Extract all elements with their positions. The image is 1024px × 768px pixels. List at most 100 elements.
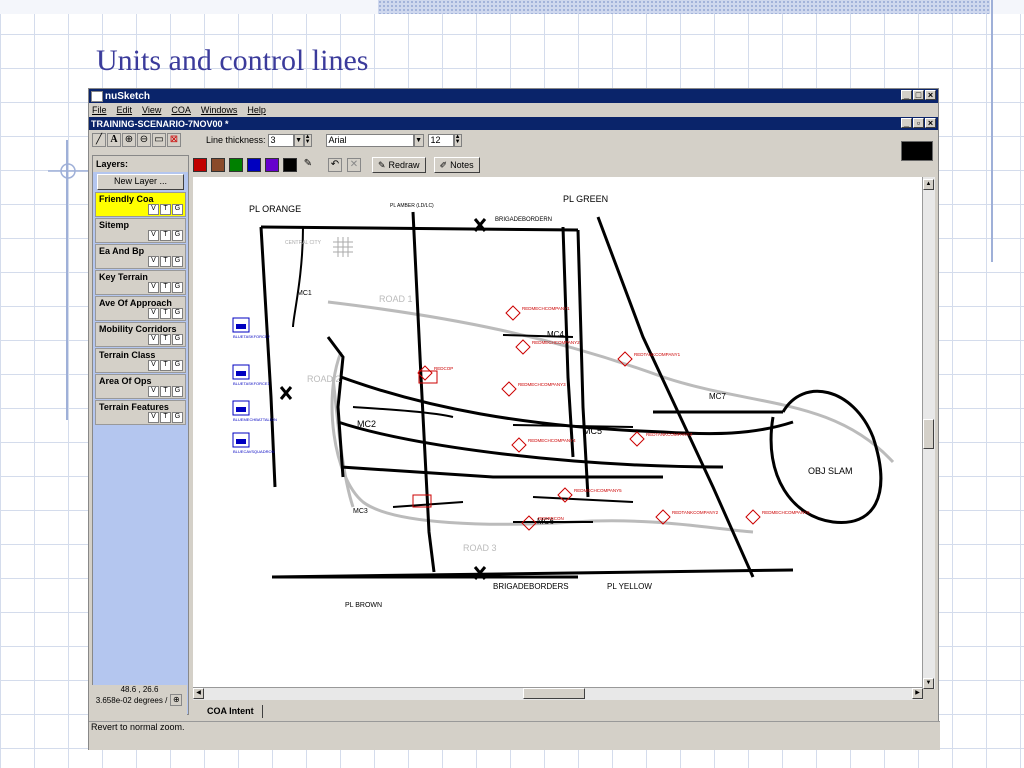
- notes-button[interactable]: ✐ Notes: [433, 157, 480, 173]
- layer-toggle-visible[interactable]: V: [148, 386, 159, 397]
- layer-toggle-visible[interactable]: V: [148, 308, 159, 319]
- red-unit-symbol[interactable]: REDTANKCOMPANY1: [617, 351, 681, 367]
- text-tool-icon[interactable]: A: [107, 133, 121, 147]
- menu-file[interactable]: File: [92, 105, 107, 115]
- layer-toggle-text[interactable]: T: [160, 334, 171, 345]
- redraw-label: Redraw: [388, 160, 420, 170]
- vertical-scroll-thumb[interactable]: [923, 419, 934, 449]
- layer-toggle-text[interactable]: T: [160, 360, 171, 371]
- layer-toggle-text[interactable]: T: [160, 230, 171, 241]
- font-size-spinner[interactable]: ▲ ▼: [453, 133, 462, 147]
- horizontal-scroll-thumb[interactable]: [523, 688, 585, 699]
- menu-edit[interactable]: Edit: [117, 105, 133, 115]
- close-button[interactable]: ×: [925, 90, 936, 100]
- layer-toggle-text[interactable]: T: [160, 308, 171, 319]
- custom-color-pen-icon[interactable]: ✎: [301, 158, 315, 172]
- layer-toggle-text[interactable]: T: [160, 282, 171, 293]
- color-swatch-black[interactable]: [283, 158, 297, 172]
- scroll-up-icon[interactable]: ▲: [923, 179, 934, 190]
- line-thickness-spinner[interactable]: ▲ ▼: [303, 133, 312, 147]
- current-color-swatch[interactable]: [901, 141, 933, 161]
- slide-title: Units and control lines: [96, 44, 369, 77]
- blue-unit-symbol[interactable]: BLUECAVSQUADRON: [232, 432, 275, 454]
- scroll-left-icon[interactable]: ◀: [193, 688, 204, 699]
- font-dropdown-icon[interactable]: ▼: [413, 133, 424, 147]
- layer-toggle-visible[interactable]: V: [148, 360, 159, 371]
- red-unit-symbol[interactable]: REDMECHCOMPANY6: [745, 509, 810, 525]
- layer-item[interactable]: Sitemp V T G: [95, 218, 186, 243]
- layer-toggle-visible[interactable]: V: [148, 256, 159, 267]
- layer-toggle-graphics[interactable]: G: [172, 334, 183, 345]
- layer-toggle-graphics[interactable]: G: [172, 412, 183, 423]
- layer-item[interactable]: Terrain Features V T G: [95, 400, 186, 425]
- layer-item[interactable]: Friendly Coa V T G: [95, 192, 186, 217]
- cancel-x-icon[interactable]: ✕: [347, 158, 361, 172]
- layer-item[interactable]: Key Terrain V T G: [95, 270, 186, 295]
- layer-toggle-graphics[interactable]: G: [172, 256, 183, 267]
- color-swatch-blue[interactable]: [247, 158, 261, 172]
- maximize-button[interactable]: □: [913, 90, 924, 100]
- layer-toggle-text[interactable]: T: [160, 256, 171, 267]
- red-unit-symbol[interactable]: REDMECHCOMPANY4: [511, 437, 576, 453]
- layer-item[interactable]: Ea And Bp V T G: [95, 244, 186, 269]
- layer-toggle-visible[interactable]: V: [148, 282, 159, 293]
- layer-toggle-visible[interactable]: V: [148, 204, 159, 215]
- minimize-button[interactable]: _: [901, 90, 912, 100]
- layer-item[interactable]: Area Of Ops V T G: [95, 374, 186, 399]
- red-unit-symbol[interactable]: REDTANKCOMPANYZ: [629, 431, 693, 447]
- red-unit-symbol[interactable]: REDCOP: [417, 365, 453, 381]
- layer-item[interactable]: Terrain Class V T G: [95, 348, 186, 373]
- red-unit-symbol[interactable]: REDMECHCOMPANY1: [505, 305, 570, 321]
- doc-minimize-button[interactable]: _: [901, 118, 912, 128]
- menu-view[interactable]: View: [142, 105, 161, 115]
- layer-toggle-graphics[interactable]: G: [172, 282, 183, 293]
- tab-coa-intent[interactable]: COA Intent: [199, 705, 263, 718]
- menu-windows[interactable]: Windows: [201, 105, 238, 115]
- menu-help[interactable]: Help: [247, 105, 266, 115]
- doc-close-button[interactable]: ×: [925, 118, 936, 128]
- scroll-right-icon[interactable]: ▶: [912, 688, 923, 699]
- layer-toggle-text[interactable]: T: [160, 204, 171, 215]
- zoom-icon[interactable]: ⊕: [170, 694, 183, 706]
- tab-bar: COA Intent: [193, 705, 923, 719]
- map-canvas[interactable]: PL ORANGE PL AMBER (LD/LC) BRIGADEBORDER…: [193, 177, 923, 687]
- line-thickness-dropdown-icon[interactable]: ▼: [293, 133, 304, 147]
- doc-restore-button[interactable]: ▫: [913, 118, 924, 128]
- font-size-input[interactable]: 12: [427, 133, 454, 147]
- layer-toggle-text[interactable]: T: [160, 412, 171, 423]
- layer-toggle-visible[interactable]: V: [148, 334, 159, 345]
- select-rect-icon[interactable]: ▭: [152, 133, 166, 147]
- line-thickness-input[interactable]: 3: [267, 133, 294, 147]
- zoom-out-icon[interactable]: ⊖: [137, 133, 151, 147]
- menu-coa[interactable]: COA: [171, 105, 191, 115]
- boundary-x-marks: [279, 218, 487, 580]
- layer-toggle-graphics[interactable]: G: [172, 230, 183, 241]
- zoom-in-icon[interactable]: ⊕: [122, 133, 136, 147]
- layer-toggle-graphics[interactable]: G: [172, 360, 183, 371]
- layer-item[interactable]: Mobility Corridors V T G: [95, 322, 186, 347]
- vertical-scrollbar[interactable]: ▲ ▼: [922, 177, 935, 689]
- scroll-down-icon[interactable]: ▼: [923, 678, 934, 689]
- pen-tool-icon[interactable]: ╱: [92, 133, 106, 147]
- layer-toggle-visible[interactable]: V: [148, 230, 159, 241]
- blue-unit-symbol[interactable]: BLUETASKFORCE1: [232, 364, 271, 386]
- layer-item[interactable]: Ave Of Approach V T G: [95, 296, 186, 321]
- red-unit-symbol[interactable]: REDMECHCOMPANY3: [501, 381, 566, 397]
- delete-tool-icon[interactable]: ⊠: [167, 133, 181, 147]
- red-unit-symbol[interactable]: REDTANKCOMPANY2: [655, 509, 719, 525]
- font-select[interactable]: Arial: [325, 133, 414, 147]
- layer-toggle-text[interactable]: T: [160, 386, 171, 397]
- redraw-button[interactable]: ✎ Redraw: [372, 157, 426, 173]
- color-swatch-red[interactable]: [193, 158, 207, 172]
- layer-toggle-graphics[interactable]: G: [172, 386, 183, 397]
- horizontal-scrollbar[interactable]: ◀ ▶: [193, 687, 923, 700]
- color-swatch-purple[interactable]: [265, 158, 279, 172]
- color-swatch-green[interactable]: [229, 158, 243, 172]
- new-layer-button[interactable]: New Layer ...: [97, 174, 184, 190]
- layer-toggle-graphics[interactable]: G: [172, 308, 183, 319]
- layer-toggle-graphics[interactable]: G: [172, 204, 183, 215]
- blue-unit-symbol[interactable]: BLUETASKFORCE2: [232, 317, 271, 339]
- undo-icon[interactable]: ↶: [328, 158, 342, 172]
- layer-toggle-visible[interactable]: V: [148, 412, 159, 423]
- color-swatch-brown[interactable]: [211, 158, 225, 172]
